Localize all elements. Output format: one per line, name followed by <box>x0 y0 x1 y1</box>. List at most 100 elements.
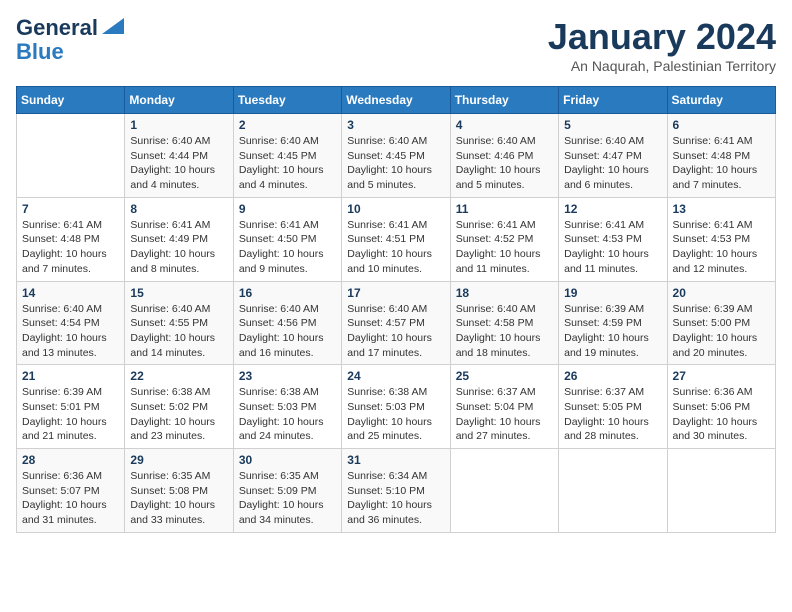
day-info: Sunrise: 6:40 AMSunset: 4:46 PMDaylight:… <box>456 134 553 193</box>
logo: General Blue <box>16 16 124 64</box>
calendar-cell: 2 Sunrise: 6:40 AMSunset: 4:45 PMDaylight… <box>233 114 341 198</box>
calendar-table: SundayMondayTuesdayWednesdayThursdayFrid… <box>16 86 776 533</box>
calendar-week-row: 7 Sunrise: 6:41 AMSunset: 4:48 PMDaylight… <box>17 197 776 281</box>
day-info: Sunrise: 6:41 AMSunset: 4:53 PMDaylight:… <box>673 218 770 277</box>
day-number: 8 <box>130 202 227 216</box>
weekday-header-saturday: Saturday <box>667 87 775 114</box>
day-number: 24 <box>347 369 444 383</box>
calendar-week-row: 21Sunrise: 6:39 AMSunset: 5:01 PMDayligh… <box>17 365 776 449</box>
calendar-cell <box>559 449 667 533</box>
day-number: 13 <box>673 202 770 216</box>
calendar-cell <box>667 449 775 533</box>
calendar-cell: 18 Sunrise: 6:40 AMSunset: 4:58 PMDayligh… <box>450 281 558 365</box>
day-info: Sunrise: 6:41 AMSunset: 4:51 PMDaylight:… <box>347 218 444 277</box>
calendar-cell: 31 Sunrise: 6:34 AMSunset: 5:10 PMDayligh… <box>342 449 450 533</box>
calendar-cell: 19 Sunrise: 6:39 AMSunset: 4:59 PMDayligh… <box>559 281 667 365</box>
weekday-header-tuesday: Tuesday <box>233 87 341 114</box>
calendar-cell: 24 Sunrise: 6:38 AMSunset: 5:03 PMDayligh… <box>342 365 450 449</box>
day-number: 22 <box>130 369 227 383</box>
day-number: 4 <box>456 118 553 132</box>
calendar-cell: 25 Sunrise: 6:37 AMSunset: 5:04 PMDayligh… <box>450 365 558 449</box>
day-info: Sunrise: 6:41 AMSunset: 4:49 PMDaylight:… <box>130 218 227 277</box>
calendar-cell: 8 Sunrise: 6:41 AMSunset: 4:49 PMDaylight… <box>125 197 233 281</box>
day-info: Sunrise: 6:41 AMSunset: 4:52 PMDaylight:… <box>456 218 553 277</box>
day-info: Sunrise: 6:40 AMSunset: 4:45 PMDaylight:… <box>239 134 336 193</box>
calendar-cell: 12 Sunrise: 6:41 AMSunset: 4:53 PMDayligh… <box>559 197 667 281</box>
logo-icon <box>102 18 124 34</box>
calendar-cell: 30 Sunrise: 6:35 AMSunset: 5:09 PMDayligh… <box>233 449 341 533</box>
day-info: Sunrise: 6:39 AMSunset: 4:59 PMDaylight:… <box>564 302 661 361</box>
day-info: Sunrise: 6:40 AMSunset: 4:54 PMDaylight:… <box>22 302 119 361</box>
day-info: Sunrise: 6:41 AMSunset: 4:48 PMDaylight:… <box>22 218 119 277</box>
logo-blue: Blue <box>16 40 64 64</box>
calendar-cell: 3 Sunrise: 6:40 AMSunset: 4:45 PMDaylight… <box>342 114 450 198</box>
day-info: Sunrise: 6:41 AMSunset: 4:50 PMDaylight:… <box>239 218 336 277</box>
day-info: Sunrise: 6:40 AMSunset: 4:57 PMDaylight:… <box>347 302 444 361</box>
day-info: Sunrise: 6:36 AMSunset: 5:06 PMDaylight:… <box>673 385 770 444</box>
day-info: Sunrise: 6:41 AMSunset: 4:48 PMDaylight:… <box>673 134 770 193</box>
day-number: 23 <box>239 369 336 383</box>
day-info: Sunrise: 6:37 AMSunset: 5:04 PMDaylight:… <box>456 385 553 444</box>
day-number: 12 <box>564 202 661 216</box>
calendar-cell <box>450 449 558 533</box>
day-number: 31 <box>347 453 444 467</box>
calendar-cell: 29 Sunrise: 6:35 AMSunset: 5:08 PMDayligh… <box>125 449 233 533</box>
calendar-cell: 20Sunrise: 6:39 AMSunset: 5:00 PMDayligh… <box>667 281 775 365</box>
day-number: 17 <box>347 286 444 300</box>
calendar-cell: 26 Sunrise: 6:37 AMSunset: 5:05 PMDayligh… <box>559 365 667 449</box>
calendar-cell: 17 Sunrise: 6:40 AMSunset: 4:57 PMDayligh… <box>342 281 450 365</box>
day-number: 5 <box>564 118 661 132</box>
header: General Blue January 2024 An Naqurah, Pa… <box>16 16 776 74</box>
day-info: Sunrise: 6:35 AMSunset: 5:08 PMDaylight:… <box>130 469 227 528</box>
calendar-cell: 13 Sunrise: 6:41 AMSunset: 4:53 PMDayligh… <box>667 197 775 281</box>
day-number: 30 <box>239 453 336 467</box>
weekday-header-monday: Monday <box>125 87 233 114</box>
calendar-cell: 10Sunrise: 6:41 AMSunset: 4:51 PMDayligh… <box>342 197 450 281</box>
day-number: 27 <box>673 369 770 383</box>
day-info: Sunrise: 6:34 AMSunset: 5:10 PMDaylight:… <box>347 469 444 528</box>
logo-general: General <box>16 16 98 40</box>
month-title: January 2024 <box>548 16 776 58</box>
weekday-header-sunday: Sunday <box>17 87 125 114</box>
day-number: 11 <box>456 202 553 216</box>
day-number: 3 <box>347 118 444 132</box>
day-info: Sunrise: 6:37 AMSunset: 5:05 PMDaylight:… <box>564 385 661 444</box>
weekday-header-friday: Friday <box>559 87 667 114</box>
day-number: 7 <box>22 202 119 216</box>
calendar-cell <box>17 114 125 198</box>
calendar-cell: 27 Sunrise: 6:36 AMSunset: 5:06 PMDayligh… <box>667 365 775 449</box>
calendar-subtitle: An Naqurah, Palestinian Territory <box>548 58 776 74</box>
calendar-cell: 11 Sunrise: 6:41 AMSunset: 4:52 PMDayligh… <box>450 197 558 281</box>
day-number: 19 <box>564 286 661 300</box>
day-info: Sunrise: 6:41 AMSunset: 4:53 PMDaylight:… <box>564 218 661 277</box>
weekday-header-thursday: Thursday <box>450 87 558 114</box>
day-number: 21 <box>22 369 119 383</box>
day-number: 2 <box>239 118 336 132</box>
calendar-week-row: 28Sunrise: 6:36 AMSunset: 5:07 PMDayligh… <box>17 449 776 533</box>
day-info: Sunrise: 6:38 AMSunset: 5:03 PMDaylight:… <box>347 385 444 444</box>
day-number: 1 <box>130 118 227 132</box>
calendar-cell: 14 Sunrise: 6:40 AMSunset: 4:54 PMDayligh… <box>17 281 125 365</box>
day-info: Sunrise: 6:40 AMSunset: 4:47 PMDaylight:… <box>564 134 661 193</box>
calendar-cell: 9 Sunrise: 6:41 AMSunset: 4:50 PMDaylight… <box>233 197 341 281</box>
title-block: January 2024 An Naqurah, Palestinian Ter… <box>548 16 776 74</box>
day-info: Sunrise: 6:36 AMSunset: 5:07 PMDaylight:… <box>22 469 119 528</box>
calendar-cell: 21Sunrise: 6:39 AMSunset: 5:01 PMDayligh… <box>17 365 125 449</box>
day-info: Sunrise: 6:38 AMSunset: 5:03 PMDaylight:… <box>239 385 336 444</box>
day-number: 18 <box>456 286 553 300</box>
day-info: Sunrise: 6:40 AMSunset: 4:45 PMDaylight:… <box>347 134 444 193</box>
calendar-cell: 22Sunrise: 6:38 AMSunset: 5:02 PMDayligh… <box>125 365 233 449</box>
day-info: Sunrise: 6:35 AMSunset: 5:09 PMDaylight:… <box>239 469 336 528</box>
calendar-cell: 23 Sunrise: 6:38 AMSunset: 5:03 PMDayligh… <box>233 365 341 449</box>
day-number: 9 <box>239 202 336 216</box>
day-info: Sunrise: 6:40 AMSunset: 4:58 PMDaylight:… <box>456 302 553 361</box>
day-number: 29 <box>130 453 227 467</box>
calendar-cell: 1 Sunrise: 6:40 AMSunset: 4:44 PMDaylight… <box>125 114 233 198</box>
day-number: 25 <box>456 369 553 383</box>
day-info: Sunrise: 6:40 AMSunset: 4:44 PMDaylight:… <box>130 134 227 193</box>
day-number: 14 <box>22 286 119 300</box>
day-number: 26 <box>564 369 661 383</box>
calendar-week-row: 14 Sunrise: 6:40 AMSunset: 4:54 PMDayligh… <box>17 281 776 365</box>
day-number: 20 <box>673 286 770 300</box>
calendar-cell: 16Sunrise: 6:40 AMSunset: 4:56 PMDayligh… <box>233 281 341 365</box>
